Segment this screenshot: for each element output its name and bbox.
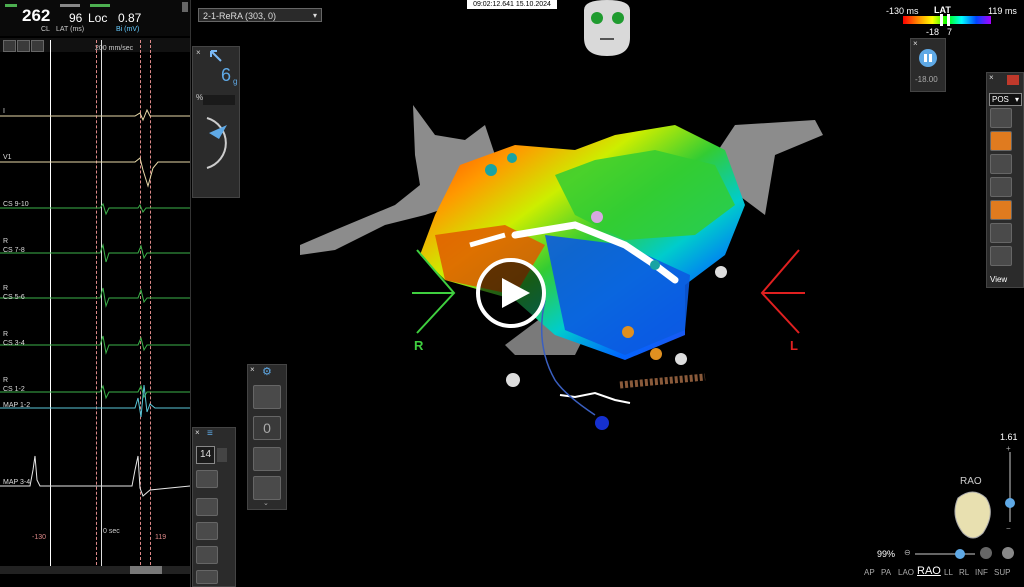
time-right: 119 (155, 534, 167, 541)
orientation-face-icon[interactable] (582, 0, 632, 58)
lead-label: CS 1-2 (3, 386, 25, 393)
view-label[interactable]: View (990, 275, 1007, 284)
view-lao-button[interactable]: LAO (898, 568, 914, 577)
view-pa-button[interactable]: PA (881, 568, 891, 577)
scale-slider[interactable] (1009, 452, 1011, 522)
left-direction-marker (760, 249, 805, 334)
zoom-slider[interactable] (915, 553, 975, 555)
chevron-down-icon[interactable]: ⌄ (263, 499, 269, 507)
force-panel: × 6 g % (192, 46, 240, 198)
arrow-icon (210, 50, 222, 62)
zoom-slider-thumb[interactable] (955, 549, 965, 559)
tag-lesion-button[interactable] (253, 476, 281, 500)
minus-icon[interactable]: − (1006, 524, 1011, 533)
pos-label: POS (992, 95, 1009, 104)
play-icon (502, 278, 530, 308)
lead-label: CS 5-6 (3, 294, 25, 301)
play-button[interactable] (476, 258, 546, 328)
lat-window-end: 7 (947, 27, 953, 37)
scale-value: 1.61 (1000, 432, 1018, 442)
scale-slider-thumb[interactable] (1005, 498, 1015, 508)
right-marker-label: R (414, 338, 424, 353)
map-toolbar: × POS ▾ View (986, 72, 1024, 288)
map-selector-label: 2-1-ReRA (303, 0) (203, 11, 277, 21)
time-left: -130 (32, 534, 47, 541)
points-button[interactable] (990, 177, 1012, 197)
mesh-button[interactable] (990, 223, 1012, 243)
lat-max: 119 ms (988, 6, 1017, 16)
lock-icon[interactable] (217, 448, 227, 462)
lead-label: V1 (3, 154, 12, 161)
force-bar (203, 95, 235, 105)
rotate-icon[interactable] (1002, 547, 1014, 559)
close-icon[interactable]: × (913, 39, 918, 48)
reset-view-icon[interactable] (980, 547, 992, 559)
lead-label: CS 7-8 (3, 247, 25, 254)
pause-button[interactable] (919, 49, 937, 67)
close-icon[interactable]: × (195, 428, 200, 437)
chevron-down-icon: ▾ (312, 11, 317, 20)
lat-slider-handle[interactable] (940, 14, 943, 26)
pos-select[interactable]: POS ▾ (989, 93, 1022, 106)
point-view-button[interactable] (196, 546, 218, 564)
point-panel: × ≡ 14 (192, 427, 236, 587)
map-selector[interactable]: 2-1-ReRA (303, 0) ▾ (198, 8, 322, 22)
lead-label: MAP 3-4 (3, 479, 31, 486)
ecg-traces (0, 108, 190, 497)
chevron-down-icon: ▾ (1014, 95, 1019, 104)
point-more-button[interactable] (196, 570, 218, 584)
zoom-value: 99% (877, 549, 896, 559)
grid-icon[interactable] (1007, 75, 1019, 85)
orientation-label: RAO (960, 476, 982, 487)
right-direction-marker (412, 249, 456, 334)
view-inf-button[interactable]: INF (975, 568, 988, 577)
view-ap-button[interactable]: AP (864, 568, 875, 577)
pause-panel: × -18.00 (910, 38, 946, 92)
lat-min: -130 ms (886, 6, 919, 16)
force-value: 6 (221, 65, 232, 85)
view-ll-button[interactable]: LL (944, 568, 953, 577)
tag-panel: × ⚙ 0 ⌄ (247, 364, 287, 510)
anatomy-map[interactable] (295, 95, 830, 435)
tag-counter[interactable]: 0 (253, 416, 281, 440)
lead-label: CS 3-4 (3, 340, 25, 347)
map-grid-button[interactable] (990, 200, 1012, 220)
scrollbar-thumb[interactable] (130, 566, 162, 574)
ecg-panel: 262 CL 96 Loc LAT (ms) 0.87 Bi (mV) 200 … (0, 0, 191, 587)
minus-icon[interactable]: ⊖ (904, 548, 911, 557)
catheter-color-button[interactable] (990, 131, 1012, 151)
direction-gauge (206, 117, 227, 169)
close-icon[interactable]: × (250, 365, 255, 374)
catheter-tip-button[interactable] (990, 154, 1012, 174)
lead-label: CS 9-10 (3, 201, 29, 208)
close-icon[interactable]: × (196, 48, 201, 57)
lat-slider-handle[interactable] (947, 14, 950, 26)
lead-label: I (3, 108, 5, 115)
left-marker-label: L (790, 338, 798, 353)
view-rao-button[interactable]: RAO (917, 565, 941, 577)
lead-label: MAP 1-2 (3, 402, 31, 409)
point-edit-button[interactable] (196, 498, 218, 516)
lat-window-start: -18 (926, 27, 940, 37)
close-icon[interactable]: × (989, 73, 994, 82)
view-rl-button[interactable]: RL (959, 568, 969, 577)
force-unit: g (233, 77, 238, 86)
marker-button[interactable] (990, 246, 1012, 266)
point-delete-button[interactable] (196, 522, 218, 540)
list-icon[interactable]: ≡ (207, 428, 213, 439)
settings-icon[interactable]: ⚙ (262, 365, 272, 378)
plus-icon[interactable]: + (1006, 444, 1011, 453)
ecg-scrollbar[interactable] (0, 566, 190, 574)
heart-orientation-icon[interactable] (948, 488, 998, 544)
point-filter-button[interactable] (196, 470, 218, 488)
tag-button[interactable] (253, 385, 281, 409)
pause-value: -18.00 (915, 75, 938, 84)
catheter-view-button[interactable] (990, 108, 1012, 128)
time-zero: 0 sec (103, 528, 120, 535)
point-counter[interactable]: 14 (196, 446, 215, 464)
timestamp: 09:02:12.641 15.10.2024 (467, 0, 557, 9)
view-sup-button[interactable]: SUP (994, 568, 1010, 577)
tag-point-button[interactable] (253, 447, 281, 471)
